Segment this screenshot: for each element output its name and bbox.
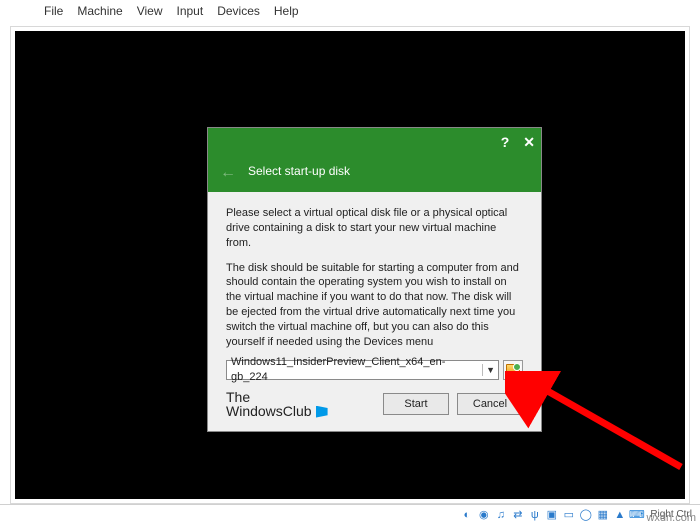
menu-machine[interactable]: Machine	[77, 4, 122, 18]
dialog-para-2: The disk should be suitable for starting…	[226, 261, 523, 350]
recording-icon[interactable]: ◯	[578, 508, 593, 522]
close-icon[interactable]: ✕	[523, 134, 535, 151]
chevron-down-icon: ▼	[482, 364, 495, 376]
help-icon[interactable]: ?	[501, 134, 510, 151]
menu-devices[interactable]: Devices	[217, 4, 260, 18]
menu-view[interactable]: View	[137, 4, 163, 18]
folder-icon	[506, 364, 520, 375]
audio-icon[interactable]: ♫	[493, 508, 508, 522]
back-arrow-icon: ←	[220, 164, 236, 182]
dialog-para-1: Please select a virtual optical disk fil…	[226, 206, 523, 251]
statusbar: ◐ ◉ ♫ ⇄ ψ ▣ ▭ ◯ ▦ ▲ ⌨ Right Ctrl wxdn.co…	[0, 504, 700, 524]
logo-line1: The	[226, 390, 328, 405]
disk-select-row: Windows11_InsiderPreview_Client_x64_en-g…	[226, 360, 523, 380]
start-button[interactable]: Start	[383, 393, 449, 415]
windowsclub-logo: The WindowsClub	[226, 390, 328, 419]
disk-combobox-value: Windows11_InsiderPreview_Client_x64_en-g…	[231, 355, 482, 385]
logo-line2: WindowsClub	[226, 404, 312, 419]
network-icon[interactable]: ⇄	[510, 508, 525, 522]
keyboard-host-icon[interactable]: ⌨	[629, 508, 644, 522]
startup-disk-dialog: ? ✕ ← Select start-up disk Please select…	[207, 127, 542, 432]
usb-icon[interactable]: ψ	[527, 508, 542, 522]
shared-folder-icon[interactable]: ▣	[544, 508, 559, 522]
site-watermark: wxdn.com	[646, 512, 696, 524]
browse-disk-button[interactable]	[503, 360, 523, 380]
menu-input[interactable]: Input	[177, 4, 204, 18]
dialog-footer: The WindowsClub Start Cancel	[226, 390, 523, 419]
flag-icon	[316, 406, 328, 418]
dialog-header: ? ✕ ← Select start-up disk	[208, 128, 541, 192]
cancel-button[interactable]: Cancel	[457, 393, 523, 415]
menubar: File Machine View Input Devices Help	[0, 0, 700, 22]
vm-frame: ? ✕ ← Select start-up disk Please select…	[10, 26, 690, 504]
menu-help[interactable]: Help	[274, 4, 299, 18]
dialog-title: Select start-up disk	[248, 164, 350, 178]
disk-combobox[interactable]: Windows11_InsiderPreview_Client_x64_en-g…	[226, 360, 499, 380]
hard-disk-icon[interactable]: ◐	[459, 508, 474, 522]
display-icon[interactable]: ▭	[561, 508, 576, 522]
menu-file[interactable]: File	[44, 4, 63, 18]
dialog-body: Please select a virtual optical disk fil…	[208, 192, 541, 431]
cpu-icon[interactable]: ▦	[595, 508, 610, 522]
optical-disk-icon[interactable]: ◉	[476, 508, 491, 522]
mouse-icon[interactable]: ▲	[612, 508, 627, 522]
